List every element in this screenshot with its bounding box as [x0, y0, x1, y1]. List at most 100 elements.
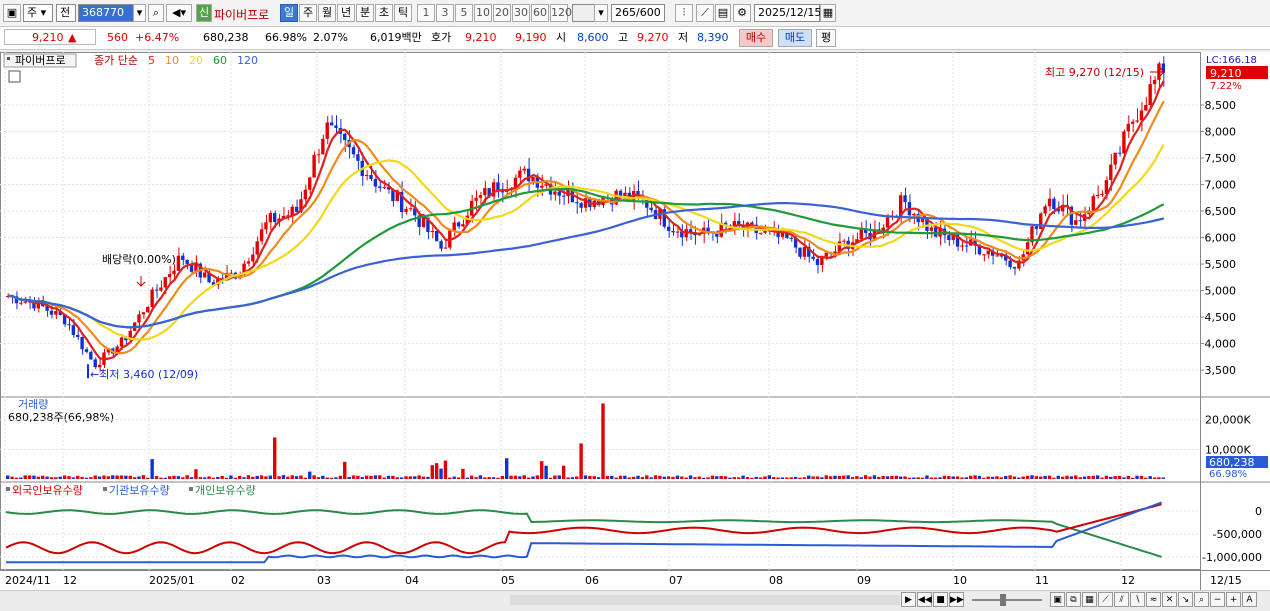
buy-button[interactable]: 매수	[739, 29, 773, 47]
price-tick-label-6: 5,500	[1205, 258, 1237, 271]
candle-body	[167, 274, 172, 278]
chart-area[interactable]: 8,500 8,000 7,500 7,000 6,500 6,000 5,500 5,000…	[0, 52, 1270, 590]
volume-bar	[732, 477, 737, 479]
stop-icon[interactable]: ■	[933, 592, 948, 607]
gear-icon[interactable]: ⚙	[733, 4, 751, 22]
save-icon[interactable]: ▤	[715, 4, 731, 22]
credit-badge[interactable]: 신	[196, 4, 212, 22]
period-tab-5[interactable]: 초	[375, 4, 393, 22]
interval-tab-3[interactable]: 10	[474, 4, 492, 22]
x-label-3: 02	[231, 574, 245, 587]
volume-bar	[653, 475, 658, 479]
interval-tab-7[interactable]: 120	[550, 4, 572, 22]
candle-body	[137, 314, 141, 323]
interval-dropdown-icon[interactable]: ▾	[594, 4, 608, 22]
cross-tool-icon[interactable]: ✕	[1162, 592, 1177, 607]
volume-bar	[426, 476, 430, 479]
candle-body	[404, 208, 408, 213]
volume-bar	[596, 477, 601, 479]
range-select[interactable]: 전	[56, 4, 76, 22]
zoom-in-icon[interactable]: +	[1226, 592, 1241, 607]
candle-body	[1122, 131, 1126, 154]
volume-bar	[277, 476, 281, 479]
channel-icon[interactable]: ⫽	[1114, 592, 1129, 607]
interval-tab-2[interactable]: 5	[455, 4, 473, 22]
volume-bar	[833, 475, 837, 479]
volume-bar	[54, 477, 58, 479]
text-icon[interactable]: A	[1242, 592, 1257, 607]
candle-body	[461, 224, 465, 227]
period-tab-2[interactable]: 월	[318, 4, 336, 22]
up-arrow-icon: ▲	[68, 31, 77, 44]
interval-tab-5[interactable]: 30	[512, 4, 530, 22]
interval-tab-1[interactable]: 3	[436, 4, 454, 22]
zoom-out-icon[interactable]: −	[1210, 592, 1225, 607]
window-menu-icon[interactable]: ▣	[3, 4, 21, 22]
volume-bar	[264, 476, 268, 479]
interval-tab-6[interactable]: 60	[531, 4, 549, 22]
market-select[interactable]: 주 ▾	[23, 4, 53, 22]
speaker-icon[interactable]: ◀▾	[166, 4, 192, 22]
volume-bar	[456, 477, 461, 479]
period-tab-0[interactable]: 일	[280, 4, 298, 22]
text-tool-icon[interactable]: ↘	[1178, 592, 1193, 607]
volume-bar	[601, 403, 605, 479]
interval-tab-4[interactable]: 20	[493, 4, 511, 22]
volume-bar	[338, 475, 343, 479]
volume-bar	[719, 475, 723, 479]
zoom-slider[interactable]	[972, 599, 1042, 601]
count-input[interactable]: 265/600	[611, 4, 665, 22]
volume-bar	[973, 475, 977, 479]
fibo-icon[interactable]: ≈	[1146, 592, 1161, 607]
candle-body	[303, 189, 308, 200]
period-tab-4[interactable]: 분	[356, 4, 374, 22]
copy-icon[interactable]: ⧉	[1066, 592, 1081, 607]
candle-body	[561, 195, 566, 197]
candle-body	[434, 230, 439, 242]
volume-bar	[811, 476, 815, 479]
candle-body	[518, 170, 522, 178]
scroll-track[interactable]	[510, 595, 900, 605]
volume-bar	[1047, 475, 1052, 479]
code-dropdown-icon[interactable]: ▾	[133, 4, 146, 22]
candle-body	[308, 177, 312, 190]
period-tab-6[interactable]: 틱	[394, 4, 412, 22]
forward-icon[interactable]: ▶▶	[949, 592, 964, 607]
line-tool-icon[interactable]: ∖	[1130, 592, 1145, 607]
rewind-icon[interactable]: ◀◀	[917, 592, 932, 607]
grid-icon[interactable]: ▦	[1082, 592, 1097, 607]
period-tab-1[interactable]: 주	[299, 4, 317, 22]
volume-bar	[754, 476, 758, 479]
search-icon[interactable]: ⌕	[148, 4, 164, 22]
layout-icon[interactable]: ▣	[1050, 592, 1065, 607]
trend-tool-icon[interactable]: ⟋	[696, 4, 714, 22]
candle-body	[758, 232, 763, 234]
volume-bar	[364, 475, 369, 479]
holdings-label-1: 기관보유수량	[109, 484, 170, 497]
interval-tab-0[interactable]: 1	[417, 4, 435, 22]
volume-bar	[500, 476, 505, 479]
candle-type-icon[interactable]: ⫶	[675, 4, 693, 22]
date-input[interactable]: 2025/12/15	[754, 4, 821, 22]
zoom-slider-handle[interactable]	[1000, 594, 1006, 606]
volume-bar	[575, 476, 579, 479]
play-icon[interactable]: ▶	[901, 592, 916, 607]
volume-bar	[150, 459, 154, 479]
draw-line-icon[interactable]: ⟋	[1098, 592, 1113, 607]
price-tick-label-0: 8,500	[1205, 99, 1237, 112]
volume-bar	[1078, 477, 1082, 479]
magnifier-icon[interactable]: ⌕	[1194, 592, 1209, 607]
period-tab-3[interactable]: 년	[337, 4, 355, 22]
avg-button[interactable]: 평	[816, 29, 836, 47]
candle-body	[19, 302, 23, 304]
sell-button[interactable]: 매도	[778, 29, 812, 47]
candle-body	[540, 185, 544, 188]
stock-chart[interactable]: 8,500 8,000 7,500 7,000 6,500 6,000 5,500 5,000…	[0, 52, 1270, 590]
toolbar: ▣ 주 ▾ 전 368770 ▾ ⌕ ◀▾ 신 파이버프로 일주월년분초틱 13…	[0, 0, 1270, 27]
calendar-icon[interactable]: ▦	[820, 4, 836, 22]
candle-body	[1052, 198, 1056, 210]
volume-bar	[951, 476, 955, 479]
volume-bar	[645, 475, 649, 479]
volume-bar	[636, 475, 640, 479]
volume-bar	[421, 476, 426, 479]
